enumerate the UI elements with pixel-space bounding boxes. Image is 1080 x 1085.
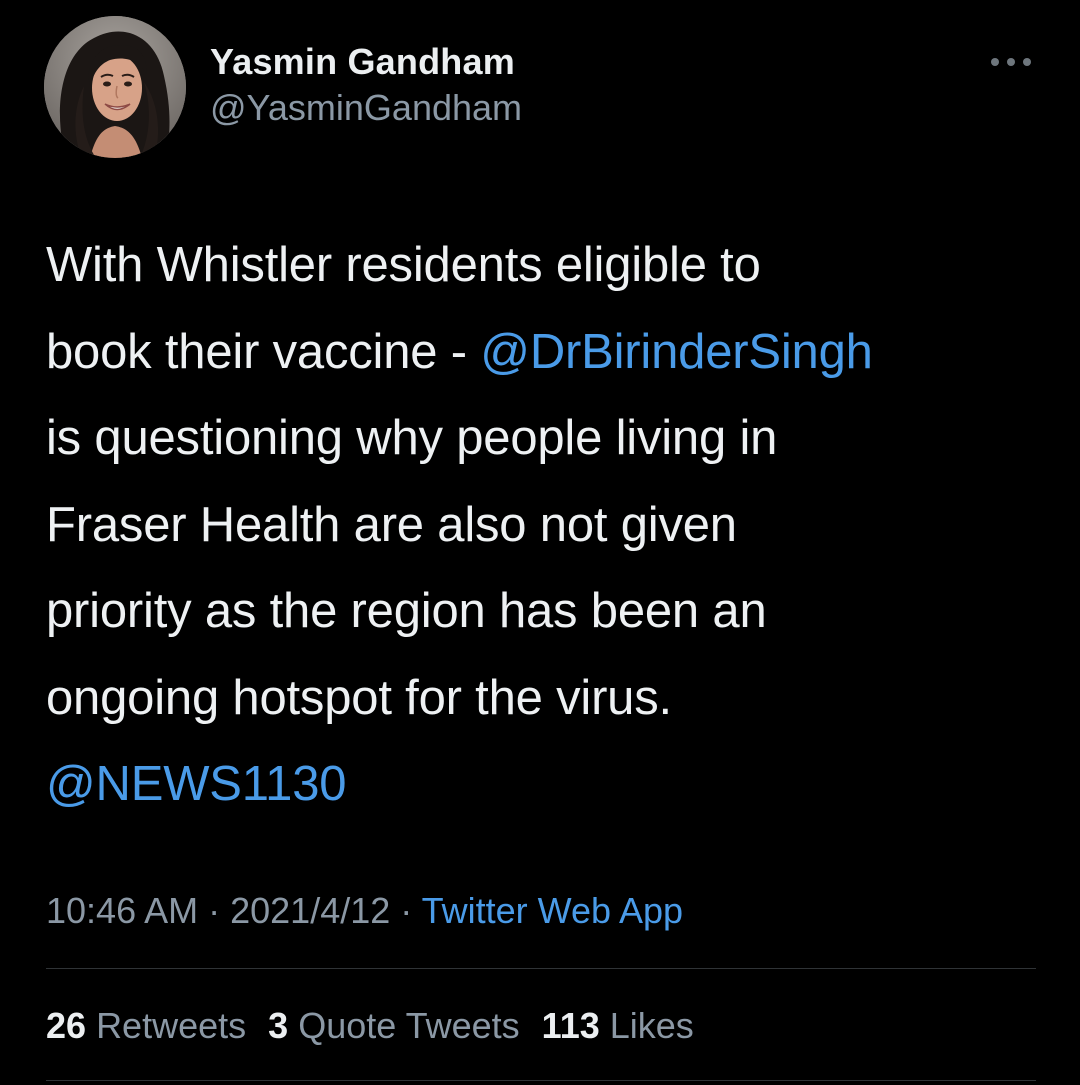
- tweet-text-line: ongoing hotspot for the virus.: [46, 655, 1056, 742]
- likes-stat[interactable]: 113 Likes: [542, 1002, 694, 1050]
- tweet-text-line: With Whistler residents eligible to: [46, 222, 1056, 309]
- meta-separator: ·: [198, 890, 231, 931]
- mention-link[interactable]: @NEWS1130: [46, 757, 347, 811]
- retweets-stat[interactable]: 26 Retweets: [46, 1002, 246, 1050]
- divider: [46, 1080, 1036, 1081]
- author-display-name[interactable]: Yasmin Gandham: [210, 40, 522, 84]
- more-dots-icon[interactable]: [989, 56, 1033, 68]
- tweet-source-link[interactable]: Twitter Web App: [422, 890, 683, 931]
- author-handle[interactable]: @YasminGandham: [210, 84, 522, 132]
- tweet-date[interactable]: 2021/4/12: [230, 890, 390, 931]
- likes-label: Likes: [609, 1005, 694, 1046]
- meta-separator: ·: [390, 890, 422, 931]
- tweet-text-segment: is questioning why people living in: [46, 411, 778, 465]
- author-names: Yasmin Gandham @YasminGandham: [210, 40, 522, 132]
- tweet-header: Yasmin Gandham @YasminGandham: [44, 16, 1044, 160]
- tweet-meta: 10:46 AM · 2021/4/12 · Twitter Web App: [46, 887, 683, 935]
- avatar[interactable]: [44, 16, 186, 158]
- quote-tweets-label: Quote Tweets: [298, 1005, 520, 1046]
- tweet-detail: Yasmin Gandham @YasminGandham With Whist…: [0, 0, 1080, 1085]
- retweets-label: Retweets: [96, 1005, 247, 1046]
- tweet-text-segment: book their vaccine -: [46, 324, 481, 379]
- likes-count: 113: [541, 1005, 600, 1046]
- quote-tweets-stat[interactable]: 3 Quote Tweets: [268, 1002, 520, 1050]
- mention-link[interactable]: @DrBirinderSingh: [480, 325, 873, 379]
- divider: [46, 968, 1036, 969]
- tweet-time[interactable]: 10:46 AM: [46, 890, 198, 931]
- tweet-text-line: is questioning why people living in: [46, 395, 1056, 482]
- tweet-text-segment: priority as the region has been an: [46, 584, 767, 638]
- tweet-text-segment: Fraser Health are also not given: [46, 497, 737, 552]
- retweets-count: 26: [46, 1005, 87, 1046]
- quote-tweets-count: 3: [268, 1005, 289, 1046]
- tweet-text-line: Fraser Health are also not given: [46, 482, 1056, 569]
- tweet-text-line: @NEWS1130: [46, 741, 1056, 828]
- tweet-text: With Whistler residents eligible to book …: [46, 222, 1056, 828]
- tweet-text-line: priority as the region has been an: [46, 568, 1056, 655]
- tweet-text-segment: ongoing hotspot for the virus.: [46, 670, 672, 725]
- tweet-text-line: book their vaccine - @DrBirinderSingh: [46, 309, 1056, 396]
- tweet-text-segment: With Whistler residents eligible to: [46, 238, 761, 292]
- tweet-stats: 26 Retweets 3 Quote Tweets 113 Likes: [46, 1002, 716, 1050]
